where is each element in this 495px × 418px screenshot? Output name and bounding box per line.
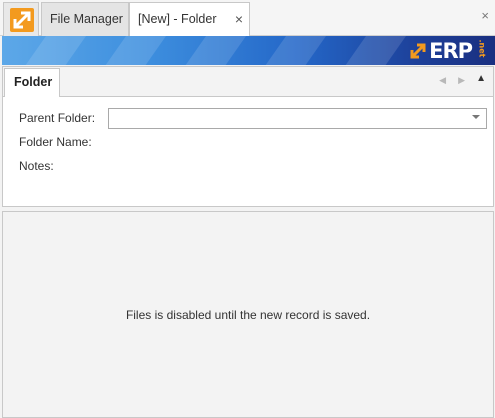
files-disabled-message: Files is disabled until the new record i… — [125, 308, 371, 322]
close-tab-icon[interactable]: × — [235, 3, 243, 35]
tab-file-manager[interactable]: File Manager — [41, 2, 129, 36]
tab-folder-label: Folder — [14, 75, 53, 89]
banner-stripe — [170, 36, 254, 65]
tab-folder[interactable]: Folder — [4, 68, 60, 97]
app-logo-icon — [10, 8, 34, 32]
banner-stripe — [330, 36, 414, 65]
erp-logo-suffix: .net — [477, 39, 487, 58]
parent-folder-dropdown[interactable] — [108, 108, 487, 129]
tab-new-folder-label: [New] - Folder — [138, 12, 217, 26]
collapse-icon[interactable]: ▲ — [476, 73, 486, 84]
banner-stripe — [250, 36, 334, 65]
close-window-icon[interactable]: × — [481, 8, 489, 23]
panel-header: Folder ◀ ▶ ▲ — [3, 67, 493, 97]
nav-next-icon[interactable]: ▶ — [458, 75, 465, 86]
banner-stripe — [90, 36, 174, 65]
nav-prev-icon[interactable]: ◀ — [439, 75, 446, 86]
folder-name-label: Folder Name: — [19, 135, 92, 149]
home-tab[interactable] — [3, 2, 39, 36]
erp-logo-text: ERP — [429, 38, 473, 63]
erp-arrow-icon — [409, 42, 427, 60]
document-tab-strip: File Manager [New] - Folder × × — [0, 0, 495, 37]
folder-panel: Folder ◀ ▶ ▲ Parent Folder: Folder Name:… — [2, 66, 494, 207]
header-banner: ERP .net — [2, 36, 495, 65]
app-window: File Manager [New] - Folder × × ERP .net — [0, 0, 495, 418]
chevron-down-icon[interactable] — [472, 115, 480, 119]
parent-folder-label: Parent Folder: — [19, 111, 96, 125]
tab-file-manager-label: File Manager — [50, 12, 123, 26]
files-area: Files is disabled until the new record i… — [2, 211, 494, 418]
erp-logo: ERP .net — [409, 38, 491, 63]
notes-label: Notes: — [19, 159, 54, 173]
banner-stripe — [10, 36, 94, 65]
tab-new-folder[interactable]: [New] - Folder × — [129, 2, 250, 37]
